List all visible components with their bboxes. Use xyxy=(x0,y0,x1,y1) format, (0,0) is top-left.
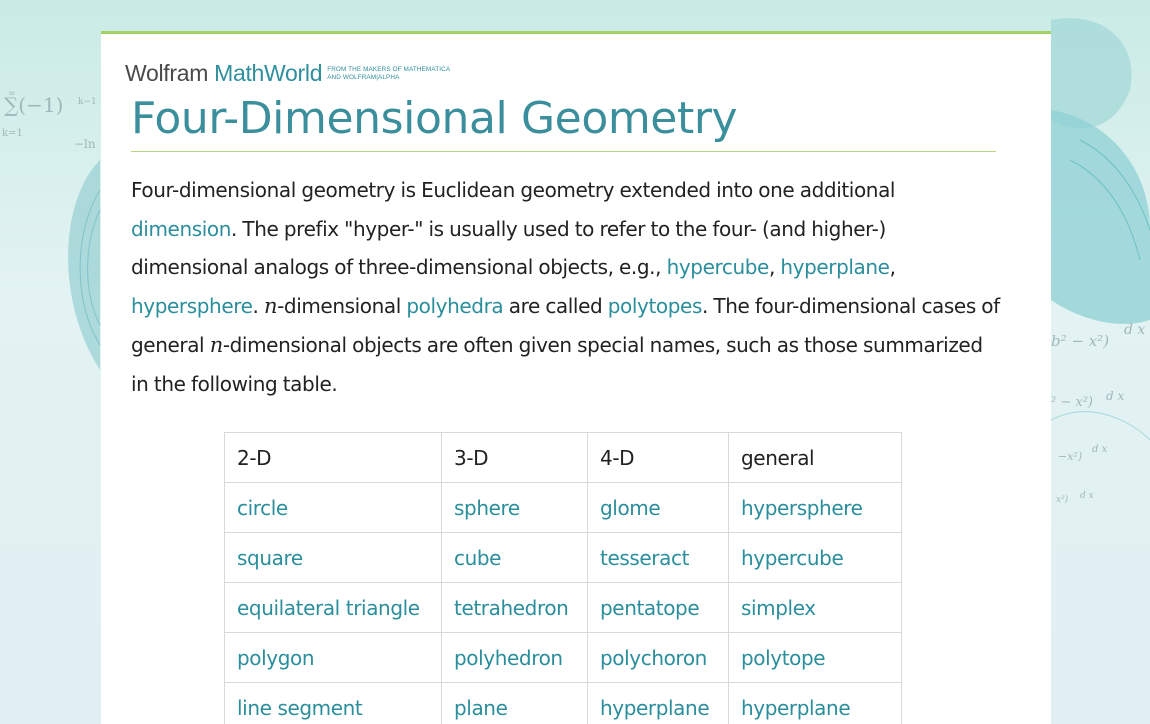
table-header: general xyxy=(728,432,902,483)
bg-formula-idx: k=1 xyxy=(2,128,23,139)
bg-dx-1: d x xyxy=(1124,322,1145,338)
table-cell-link[interactable]: polytope xyxy=(728,632,902,683)
link-polytopes[interactable]: polytopes xyxy=(608,294,703,318)
bg-dx-4: d x xyxy=(1080,491,1094,501)
title-divider xyxy=(131,151,996,152)
table-header: 3-D xyxy=(441,432,588,483)
table-row: polygon polyhedron polychoron polytope xyxy=(224,632,902,683)
bg-formula-sum: ∑(−1) xyxy=(4,93,63,117)
table-cell-link[interactable]: polyhedron xyxy=(441,632,588,683)
table-cell-link[interactable]: hyperplane xyxy=(587,682,729,724)
logo-tagline-top: FROM THE MAKERS OF MATHEMATICA xyxy=(327,66,451,73)
table-row: square cube tesseract hypercube xyxy=(224,532,902,583)
table-cell-link[interactable]: tesseract xyxy=(587,532,729,583)
link-hypercube[interactable]: hypercube xyxy=(667,255,770,279)
table-cell-link[interactable]: equilateral triangle xyxy=(224,582,442,633)
table-cell-link[interactable]: simplex xyxy=(728,582,902,633)
dimension-table-wrapper: 2-D 3-D 4-D general circle sphere glome … xyxy=(224,432,902,724)
link-dimension[interactable]: dimension xyxy=(131,217,231,241)
intro-text-6: -dimensional xyxy=(277,294,407,319)
link-hypersphere[interactable]: hypersphere xyxy=(131,294,253,318)
bg-frac-4: x²) xyxy=(1056,494,1069,505)
bg-formula-exp: k−1 xyxy=(78,97,97,107)
table-cell-link[interactable]: pentatope xyxy=(587,582,729,633)
logo-tagline: FROM THE MAKERS OF MATHEMATICA AND WOLFR… xyxy=(327,66,450,85)
dimension-table: 2-D 3-D 4-D general circle sphere glome … xyxy=(224,432,902,724)
intro-text-3: , xyxy=(768,255,781,280)
intro-paragraph: Four-dimensional geometry is Euclidean g… xyxy=(131,171,1001,403)
table-header-row: 2-D 3-D 4-D general xyxy=(224,432,902,483)
table-row: circle sphere glome hypersphere xyxy=(224,482,902,533)
table-cell-link[interactable]: hyperplane xyxy=(728,682,902,724)
table-cell-link[interactable]: polygon xyxy=(224,632,442,683)
math-n: n xyxy=(209,332,224,357)
link-polyhedra[interactable]: polyhedra xyxy=(406,294,503,318)
bg-frac-2: ² − x²) xyxy=(1051,395,1093,410)
table-cell-link[interactable]: sphere xyxy=(441,482,588,533)
table-cell-link[interactable]: glome xyxy=(587,482,729,533)
article-card: Wolfram MathWorld FROM THE MAKERS OF MAT… xyxy=(101,31,1051,724)
table-cell-link[interactable]: polychoron xyxy=(587,632,729,683)
page-title: Four-Dimensional Geometry xyxy=(131,93,738,144)
intro-text-4: , xyxy=(889,255,896,280)
bg-frac-3: −x²) xyxy=(1058,450,1082,463)
math-n: n xyxy=(263,294,278,319)
bg-formula-ln: −ln xyxy=(74,137,96,151)
table-cell-link[interactable]: plane xyxy=(441,682,588,724)
table-row: equilateral triangle tetrahedron pentato… xyxy=(224,582,902,633)
table-cell-link[interactable]: line segment xyxy=(224,682,442,724)
logo-tagline-bottom: AND WOLFRAM|ALPHA xyxy=(327,74,400,81)
table-row: line segment plane hyperplane hyperplane xyxy=(224,682,902,724)
link-hyperplane[interactable]: hyperplane xyxy=(780,255,890,279)
table-cell-link[interactable]: cube xyxy=(441,532,588,583)
intro-text-9: -dimensional objects are often given spe… xyxy=(131,332,983,396)
table-header: 4-D xyxy=(587,432,729,483)
intro-text-5: . xyxy=(252,294,264,319)
bg-frac-1: b² − x²) xyxy=(1051,332,1109,350)
table-cell-link[interactable]: circle xyxy=(224,482,442,533)
table-cell-link[interactable]: hypersphere xyxy=(728,482,902,533)
intro-text-1: Four-dimensional geometry is Euclidean g… xyxy=(131,178,896,202)
logo-wolfram-text: Wolfram xyxy=(125,60,209,86)
table-cell-link[interactable]: square xyxy=(224,532,442,583)
logo-mathworld-text: MathWorld xyxy=(214,60,323,86)
intro-text-7: are called xyxy=(503,294,608,319)
table-cell-link[interactable]: hypercube xyxy=(728,532,902,583)
bg-dx-2: d x xyxy=(1106,389,1124,403)
table-header: 2-D xyxy=(224,432,442,483)
mathworld-logo[interactable]: Wolfram MathWorld FROM THE MAKERS OF MAT… xyxy=(125,61,450,85)
bg-dx-3: d x xyxy=(1092,444,1108,455)
table-cell-link[interactable]: tetrahedron xyxy=(441,582,588,633)
